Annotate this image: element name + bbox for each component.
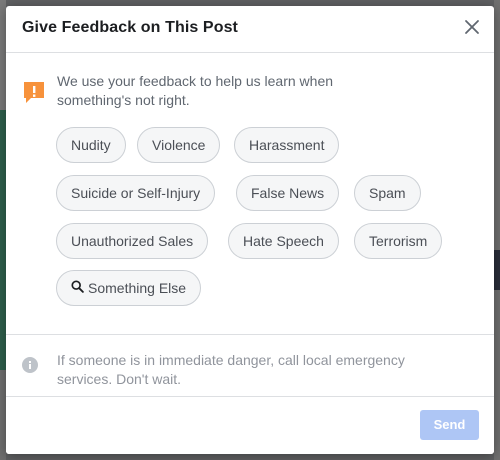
feedback-dialog: Give Feedback on This Post We use your f… [6, 6, 494, 454]
info-icon [22, 357, 38, 373]
dialog-header: Give Feedback on This Post [6, 6, 494, 53]
option-something-else[interactable]: Something Else [56, 270, 202, 306]
background-page-right-image [494, 250, 500, 290]
send-button[interactable]: Send [420, 410, 479, 440]
option-suicide-self-injury[interactable]: Suicide or Self-Injury [56, 175, 216, 211]
section-divider [6, 334, 494, 335]
option-something-else-label: Something Else [88, 280, 187, 296]
option-unauthorized-sales[interactable]: Unauthorized Sales [56, 223, 209, 259]
dialog-footer: Send [6, 397, 494, 454]
dialog-title: Give Feedback on This Post [22, 19, 238, 36]
alert-flag-icon [22, 80, 46, 104]
intro-text: We use your feedback to help us learn wh… [57, 73, 334, 108]
background-page-right [494, 0, 500, 460]
option-terrorism[interactable]: Terrorism [354, 223, 443, 259]
close-icon[interactable] [462, 17, 482, 37]
option-harassment[interactable]: Harassment [234, 127, 340, 163]
search-icon [71, 271, 84, 305]
option-false-news[interactable]: False News [236, 175, 340, 211]
option-violence[interactable]: Violence [137, 127, 221, 163]
emergency-info-text: If someone is in immediate danger, call … [57, 352, 405, 387]
option-nudity[interactable]: Nudity [56, 127, 126, 163]
option-spam[interactable]: Spam [354, 175, 421, 211]
option-hate-speech[interactable]: Hate Speech [228, 223, 339, 259]
